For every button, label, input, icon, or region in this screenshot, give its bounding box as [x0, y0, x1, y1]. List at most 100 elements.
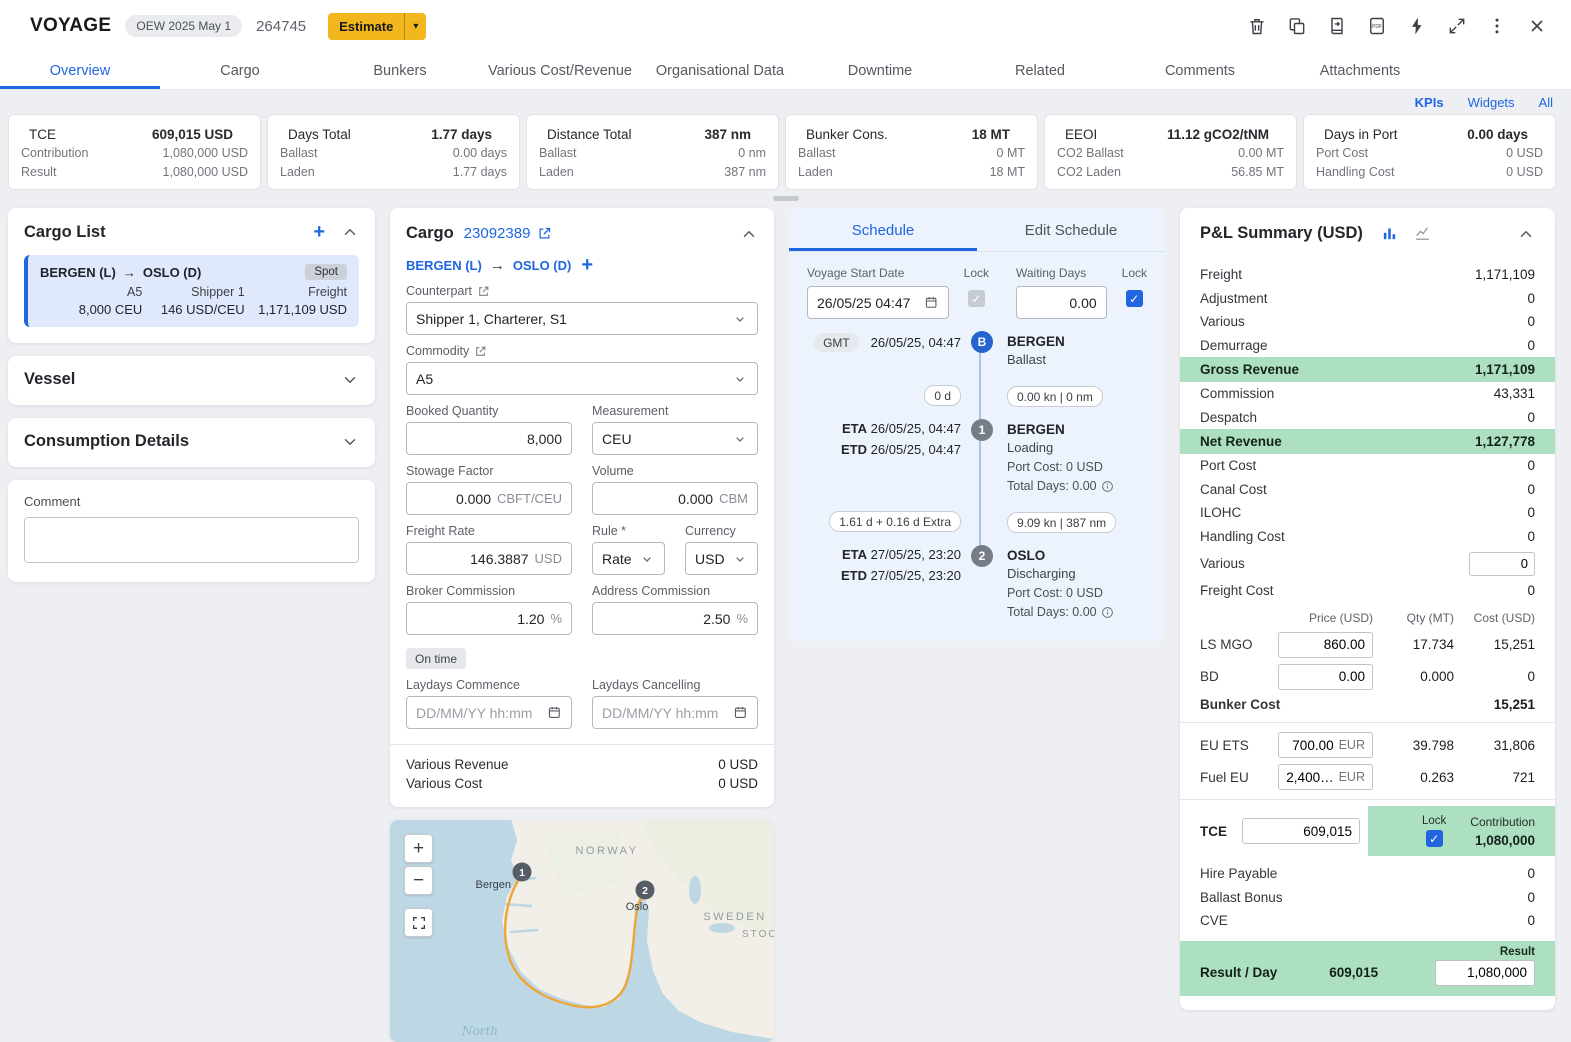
tab-related[interactable]: Related — [960, 52, 1120, 89]
map-fullscreen-button[interactable] — [404, 908, 433, 937]
map-zoom-in-button[interactable]: + — [404, 834, 433, 863]
external-link-icon[interactable] — [474, 345, 487, 358]
delete-icon[interactable] — [1247, 16, 1267, 36]
bd-price-input[interactable] — [1286, 669, 1365, 684]
waiting-days-lock-checkbox[interactable] — [1126, 290, 1143, 307]
tab-schedule[interactable]: Schedule — [789, 208, 977, 251]
route-load-port-link[interactable]: BERGEN (L) — [406, 258, 482, 273]
link-widgets[interactable]: Widgets — [1468, 95, 1515, 110]
vessel-panel[interactable]: Vessel — [8, 356, 375, 405]
link-kpis[interactable]: KPIs — [1415, 95, 1444, 110]
pnl-row-demurrage: Demurrage0 — [1180, 334, 1555, 358]
commodity-select[interactable]: A5 — [406, 362, 758, 395]
contribution-cell: Lock Contribution 1,080,000 — [1368, 806, 1555, 856]
expand-icon[interactable] — [1447, 16, 1467, 36]
fueleu-price-input[interactable] — [1286, 770, 1334, 785]
tce-input[interactable] — [1250, 824, 1352, 839]
chevron-down-icon[interactable] — [341, 371, 359, 389]
pdf-icon[interactable]: PDF — [1367, 16, 1387, 36]
voyage-start-date-input[interactable] — [817, 295, 919, 311]
voyage-start-lock-checkbox[interactable] — [968, 290, 985, 307]
external-link-icon[interactable] — [477, 285, 490, 298]
stowage-factor-input[interactable] — [416, 491, 491, 507]
laydays-cancelling-input[interactable] — [602, 705, 728, 721]
map-zoom-out-button[interactable]: − — [404, 866, 433, 895]
freight-rate-input[interactable] — [416, 551, 529, 567]
map-marker-1[interactable]: 1 — [513, 863, 532, 882]
fueleu-qty: 0.263 — [1373, 770, 1454, 785]
tab-attachments[interactable]: Attachments — [1280, 52, 1440, 89]
leg-days-badge: 0 d — [924, 385, 961, 406]
rule-select[interactable]: Rate — [592, 542, 665, 575]
address-commission-input[interactable] — [602, 611, 730, 627]
consumption-details-panel[interactable]: Consumption Details — [8, 418, 375, 467]
tab-various-cost-revenue[interactable]: Various Cost/Revenue — [480, 52, 640, 89]
euets-price-input[interactable] — [1286, 738, 1334, 753]
cargo-id-link[interactable]: 23092389 — [464, 225, 531, 242]
freight-rate-field: USD — [406, 542, 572, 575]
info-icon[interactable] — [1101, 606, 1114, 619]
cargo-from: BERGEN (L) — [40, 265, 116, 280]
chevron-up-icon[interactable] — [740, 225, 758, 243]
booked-quantity-input[interactable] — [416, 431, 562, 447]
cargo-quantity: 8,000 CEU — [40, 302, 142, 317]
total-days: Total Days: 0.00 — [1007, 605, 1097, 619]
map-marker-2[interactable]: 2 — [636, 881, 655, 900]
ledger-icon[interactable] — [1327, 16, 1347, 36]
pnl-column: P&L Summary (USD) Freight1,171,109 Adjus… — [1180, 208, 1555, 1010]
tab-overview[interactable]: Overview — [0, 52, 160, 89]
calendar-icon[interactable] — [547, 704, 562, 721]
tab-downtime[interactable]: Downtime — [800, 52, 960, 89]
calendar-icon[interactable] — [733, 704, 748, 721]
close-icon[interactable] — [1527, 16, 1547, 36]
tab-cargo[interactable]: Cargo — [160, 52, 320, 89]
add-port-button[interactable]: + — [581, 255, 593, 275]
tab-comments[interactable]: Comments — [1120, 52, 1280, 89]
result-total-input[interactable] — [1443, 965, 1527, 980]
timeline-marker-2[interactable]: 2 — [971, 545, 993, 567]
counterpart-select[interactable]: Shipper 1, Charterer, S1 — [406, 302, 758, 335]
estimate-dropdown-button[interactable]: Estimate ▾ — [328, 13, 426, 40]
pnl-various-input[interactable] — [1469, 552, 1535, 576]
chevron-down-icon[interactable] — [341, 433, 359, 451]
add-cargo-button[interactable]: + — [313, 222, 325, 242]
laydays-commence-input[interactable] — [416, 705, 542, 721]
timeline-marker-1[interactable]: 1 — [971, 419, 993, 441]
pnl-row-hire-payable: Hire Payable0 — [1180, 862, 1555, 886]
comment-textarea[interactable] — [24, 517, 359, 563]
currency-label: EUR — [1339, 770, 1365, 784]
timeline-stop-2: ETA 27/05/25, 23:20 ETD 27/05/25, 23:20 … — [801, 545, 1151, 619]
measurement-select[interactable]: CEU — [592, 422, 758, 455]
copy-icon[interactable] — [1287, 16, 1307, 36]
broker-commission-input[interactable] — [416, 611, 544, 627]
volume-input[interactable] — [602, 491, 713, 507]
caret-down-icon[interactable]: ▾ — [404, 13, 426, 40]
calendar-icon[interactable] — [924, 294, 938, 311]
tab-organisational-data[interactable]: Organisational Data — [640, 52, 800, 89]
currency-select[interactable]: USD — [685, 542, 758, 575]
link-all[interactable]: All — [1539, 95, 1553, 110]
bar-chart-icon[interactable] — [1381, 225, 1398, 242]
line-chart-icon[interactable] — [1414, 225, 1431, 242]
panel-resize-handle[interactable] — [773, 196, 799, 201]
bolt-icon[interactable] — [1407, 16, 1427, 36]
lsmgo-price-input[interactable] — [1286, 637, 1365, 652]
sea-label: North — [461, 1024, 498, 1038]
chevron-up-icon[interactable] — [1517, 225, 1535, 243]
external-link-icon[interactable] — [537, 226, 552, 241]
waiting-days-input[interactable] — [1026, 295, 1097, 311]
tce-label: TCE — [1200, 806, 1242, 856]
cargo-list-item[interactable]: BERGEN (L) → OSLO (D) Spot A5 Shipper 1 … — [24, 255, 359, 327]
main-content: Cargo List + BERGEN (L) → OSLO (D) Spot … — [0, 204, 1571, 1042]
info-icon[interactable] — [1101, 480, 1114, 493]
tab-edit-schedule[interactable]: Edit Schedule — [977, 208, 1165, 251]
route-discharge-port-link[interactable]: OSLO (D) — [513, 258, 572, 273]
caret-down-icon — [732, 371, 748, 387]
tce-lock-checkbox[interactable] — [1426, 830, 1443, 847]
chevron-up-icon[interactable] — [341, 223, 359, 241]
tab-bunkers[interactable]: Bunkers — [320, 52, 480, 89]
timeline-marker-ballast[interactable]: B — [971, 331, 993, 353]
more-vertical-icon[interactable] — [1487, 16, 1507, 36]
route-map[interactable]: NORWAY SWEDEN STOC Bergen Oslo North 1 2… — [390, 820, 774, 1042]
bunker-row-lsmgo: LS MGO 17.734 15,251 — [1180, 629, 1555, 661]
